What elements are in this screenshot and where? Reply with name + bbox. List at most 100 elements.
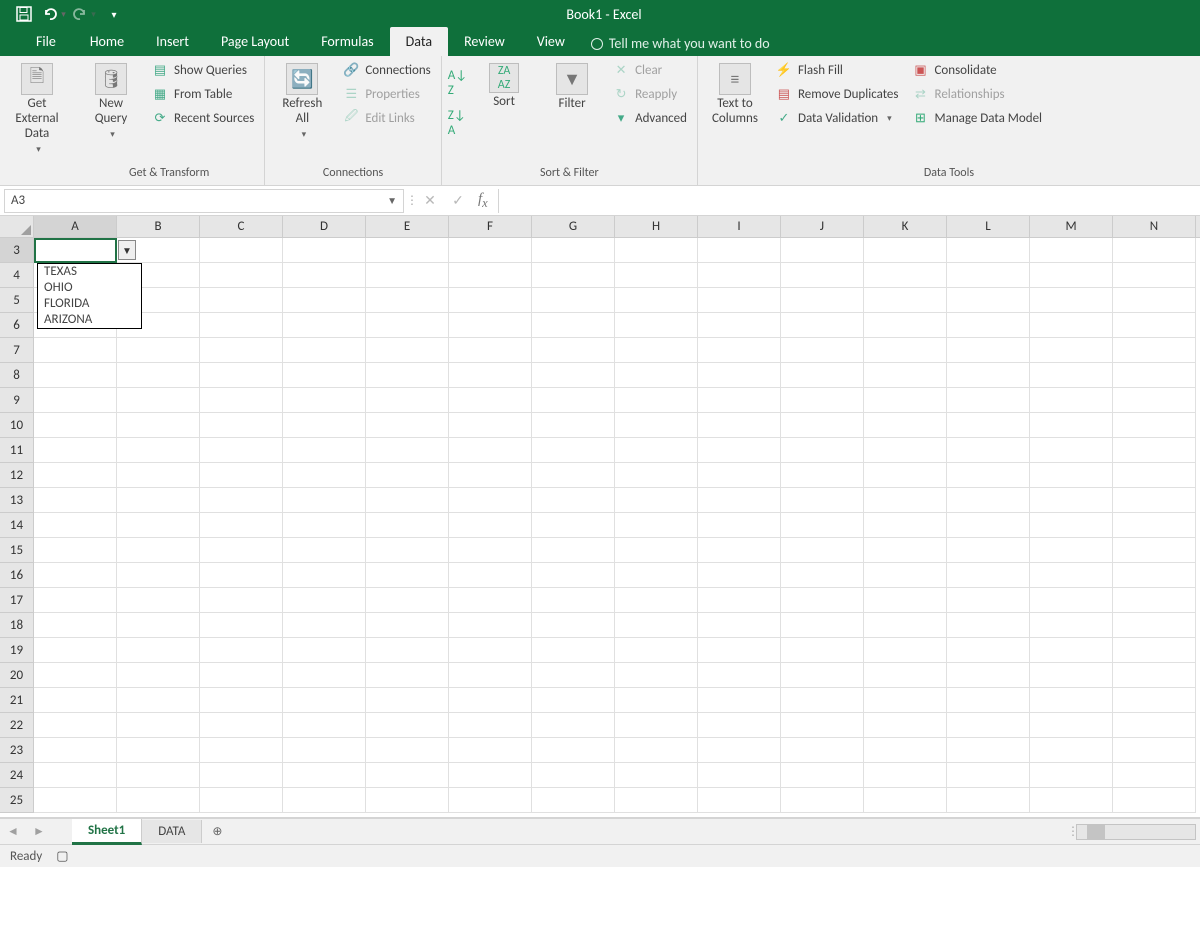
cell-B18[interactable]	[117, 613, 200, 638]
cell-F8[interactable]	[449, 363, 532, 388]
cell-J21[interactable]	[781, 688, 864, 713]
cell-N20[interactable]	[1113, 663, 1196, 688]
save-icon[interactable]	[10, 1, 38, 27]
cell-C3[interactable]	[200, 238, 283, 263]
cell-M9[interactable]	[1030, 388, 1113, 413]
advanced-filter-button[interactable]: ▾Advanced	[609, 108, 691, 128]
cell-G6[interactable]	[532, 313, 615, 338]
cell-C5[interactable]	[200, 288, 283, 313]
cell-C6[interactable]	[200, 313, 283, 338]
cell-L7[interactable]	[947, 338, 1030, 363]
dv-option-florida[interactable]: FLORIDA	[38, 296, 141, 312]
row-header-25[interactable]: 25	[0, 788, 34, 813]
tab-view[interactable]: View	[521, 27, 581, 56]
cell-F16[interactable]	[449, 563, 532, 588]
column-header-B[interactable]: B	[117, 216, 200, 237]
cell-A25[interactable]	[34, 788, 117, 813]
cell-A17[interactable]	[34, 588, 117, 613]
cell-G25[interactable]	[532, 788, 615, 813]
tab-insert[interactable]: Insert	[140, 27, 205, 56]
cell-E9[interactable]	[366, 388, 449, 413]
add-sheet-icon[interactable]: ⊕	[202, 824, 232, 839]
cell-M3[interactable]	[1030, 238, 1113, 263]
tab-file[interactable]: File	[18, 27, 74, 56]
tab-formulas[interactable]: Formulas	[305, 27, 389, 56]
cell-J18[interactable]	[781, 613, 864, 638]
cell-L12[interactable]	[947, 463, 1030, 488]
fx-icon[interactable]: fx	[472, 191, 494, 211]
cell-K18[interactable]	[864, 613, 947, 638]
cell-L19[interactable]	[947, 638, 1030, 663]
cell-B25[interactable]	[117, 788, 200, 813]
cell-E21[interactable]	[366, 688, 449, 713]
tab-home[interactable]: Home	[74, 27, 140, 56]
cell-F4[interactable]	[449, 263, 532, 288]
cell-N5[interactable]	[1113, 288, 1196, 313]
cell-F22[interactable]	[449, 713, 532, 738]
cell-B13[interactable]	[117, 488, 200, 513]
new-query-button[interactable]: 🛢 New Query	[80, 60, 142, 143]
cell-I19[interactable]	[698, 638, 781, 663]
sort-asc-icon[interactable]: A↓Z	[448, 68, 467, 98]
cell-E5[interactable]	[366, 288, 449, 313]
cell-G11[interactable]	[532, 438, 615, 463]
cell-G4[interactable]	[532, 263, 615, 288]
cell-C15[interactable]	[200, 538, 283, 563]
cell-E4[interactable]	[366, 263, 449, 288]
cell-H6[interactable]	[615, 313, 698, 338]
cell-N13[interactable]	[1113, 488, 1196, 513]
cell-G19[interactable]	[532, 638, 615, 663]
row-header-12[interactable]: 12	[0, 463, 34, 488]
cell-K10[interactable]	[864, 413, 947, 438]
cell-E11[interactable]	[366, 438, 449, 463]
cell-B24[interactable]	[117, 763, 200, 788]
cell-A14[interactable]	[34, 513, 117, 538]
cell-E17[interactable]	[366, 588, 449, 613]
cell-L25[interactable]	[947, 788, 1030, 813]
column-header-N[interactable]: N	[1113, 216, 1196, 237]
row-header-14[interactable]: 14	[0, 513, 34, 538]
cell-F21[interactable]	[449, 688, 532, 713]
cell-D21[interactable]	[283, 688, 366, 713]
cell-A8[interactable]	[34, 363, 117, 388]
cell-C16[interactable]	[200, 563, 283, 588]
cell-A19[interactable]	[34, 638, 117, 663]
cell-L14[interactable]	[947, 513, 1030, 538]
column-header-C[interactable]: C	[200, 216, 283, 237]
cell-B22[interactable]	[117, 713, 200, 738]
cell-K23[interactable]	[864, 738, 947, 763]
cell-J25[interactable]	[781, 788, 864, 813]
cell-E20[interactable]	[366, 663, 449, 688]
row-header-6[interactable]: 6	[0, 313, 34, 338]
cell-E8[interactable]	[366, 363, 449, 388]
cell-E22[interactable]	[366, 713, 449, 738]
cell-L9[interactable]	[947, 388, 1030, 413]
cell-I9[interactable]	[698, 388, 781, 413]
refresh-all-button[interactable]: 🔄 Refresh All	[271, 60, 333, 143]
cell-C11[interactable]	[200, 438, 283, 463]
manage-data-model-button[interactable]: ⊞Manage Data Model	[908, 108, 1046, 128]
cell-A23[interactable]	[34, 738, 117, 763]
cell-N22[interactable]	[1113, 713, 1196, 738]
cell-D11[interactable]	[283, 438, 366, 463]
cell-I21[interactable]	[698, 688, 781, 713]
cell-A24[interactable]	[34, 763, 117, 788]
tell-me-box[interactable]: Tell me what you want to do	[581, 31, 780, 56]
cell-N21[interactable]	[1113, 688, 1196, 713]
cell-B12[interactable]	[117, 463, 200, 488]
cell-C8[interactable]	[200, 363, 283, 388]
undo-icon[interactable]	[40, 1, 68, 27]
cell-D6[interactable]	[283, 313, 366, 338]
cell-A10[interactable]	[34, 413, 117, 438]
cell-K17[interactable]	[864, 588, 947, 613]
cell-C17[interactable]	[200, 588, 283, 613]
cell-B16[interactable]	[117, 563, 200, 588]
cell-G20[interactable]	[532, 663, 615, 688]
cell-E15[interactable]	[366, 538, 449, 563]
cell-H9[interactable]	[615, 388, 698, 413]
cell-D13[interactable]	[283, 488, 366, 513]
sheet-nav-left-icon[interactable]: ◄	[0, 824, 26, 839]
cell-N8[interactable]	[1113, 363, 1196, 388]
cell-H12[interactable]	[615, 463, 698, 488]
row-header-17[interactable]: 17	[0, 588, 34, 613]
